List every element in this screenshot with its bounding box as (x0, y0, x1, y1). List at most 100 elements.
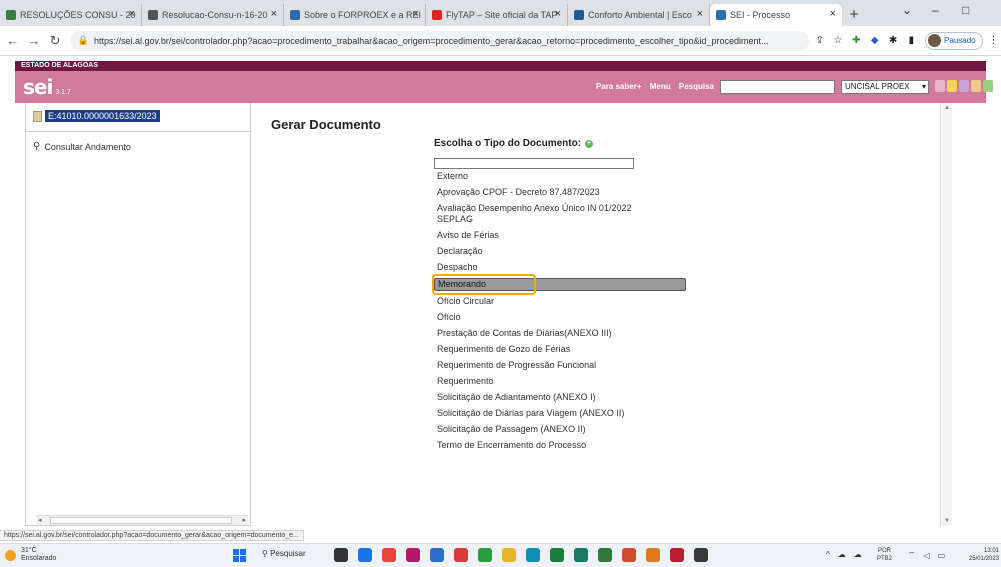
system-tray: ^ ☁ ☁ (826, 550, 870, 559)
browser-tab-strip: RESOLUÇÕES CONSU - 20 × Resolucao-Consu-… (0, 0, 1001, 26)
battery-icon[interactable]: ▭ (938, 551, 946, 560)
browser-tab-4[interactable]: Conforto Ambiental | Esco × (568, 4, 710, 26)
unit-select[interactable]: UNCISAL PROEX ▾ (841, 80, 929, 94)
cloud-icon[interactable]: ☁ (838, 550, 846, 559)
app-icon[interactable] (670, 548, 684, 562)
chevron-up-icon[interactable]: ^ (826, 550, 830, 559)
browser-tab-0[interactable]: RESOLUÇÕES CONSU - 20 × (0, 4, 142, 26)
maximize-icon[interactable]: □ (962, 3, 969, 17)
doc-type-item[interactable]: Ofício (434, 312, 686, 323)
doc-type-item[interactable]: Solicitação de Adiantamento (ANEXO I) (434, 392, 686, 403)
windows-start-icon[interactable] (233, 549, 246, 562)
doc-type-item[interactable]: Aprovação CPOF - Decreto 87.487/2023 (434, 187, 686, 198)
app-icon[interactable] (574, 548, 588, 562)
exit-icon[interactable] (983, 80, 993, 92)
tab-close-icon[interactable]: × (830, 8, 836, 20)
grid-icon[interactable] (935, 80, 945, 92)
edge-icon[interactable] (526, 548, 540, 562)
tab-close-icon[interactable]: × (413, 8, 419, 20)
sei-search-input[interactable] (720, 80, 835, 94)
tab-close-icon[interactable]: × (271, 8, 277, 20)
tab-close-icon[interactable]: × (697, 8, 703, 20)
extension-icon[interactable]: ◆ (867, 35, 882, 46)
forward-icon[interactable]: → (25, 33, 42, 48)
scroll-up-icon[interactable]: ▲ (944, 105, 950, 111)
clock[interactable]: 13:01 25/01/2023 (969, 547, 999, 563)
weather-widget[interactable]: 31°C Ensolarado (5, 547, 56, 563)
app-icon[interactable] (430, 548, 444, 562)
doc-type-item[interactable]: Despacho (434, 262, 686, 273)
chrome-icon[interactable] (358, 548, 372, 562)
scroll-down-icon[interactable]: ▼ (944, 518, 950, 524)
app-icon[interactable] (646, 548, 660, 562)
profile-button[interactable]: Pausado (925, 31, 983, 50)
browser-tab-active[interactable]: SEI - Processo × (710, 4, 842, 26)
consultar-andamento-link[interactable]: ⚲ Consultar Andamento (33, 141, 131, 152)
status-url: https://sei.al.gov.br/sei/controlador.ph… (0, 530, 304, 541)
address-bar[interactable]: 🔒 https://sei.al.gov.br/sei/controlador.… (69, 30, 809, 51)
app-icon[interactable] (622, 548, 636, 562)
doc-type-item[interactable]: Avaliação Desempenho Anexo Único IN 01/2… (434, 203, 644, 225)
menu-menu[interactable]: Menu (650, 82, 671, 91)
sei-logo[interactable]: sei (23, 75, 53, 99)
browser-tab-1[interactable]: Resolucao-Consu-n-16-20 × (142, 4, 284, 26)
scrollbar-thumb[interactable] (50, 517, 232, 524)
doc-type-item[interactable]: Externo (434, 171, 686, 182)
language-indicator[interactable]: POR PTB2 (877, 547, 892, 563)
app-icon[interactable] (478, 548, 492, 562)
extension-icon[interactable]: ✚ (849, 35, 864, 46)
process-number[interactable]: E:41010.0000001633/2023 (45, 110, 160, 122)
doc-type-filter-input[interactable] (434, 158, 634, 169)
plus-icon[interactable]: + (585, 139, 594, 148)
browser-tab-3[interactable]: FlyTAP – Site oficial da TAP × (426, 4, 568, 26)
app-icon[interactable] (694, 548, 708, 562)
doc-type-item[interactable]: Memorando (434, 278, 686, 291)
bookmark-star-icon[interactable]: ☆ (830, 35, 845, 46)
doc-type-item[interactable]: Prestação de Contas de Diárias(ANEXO III… (434, 328, 686, 339)
app-icon[interactable] (406, 548, 420, 562)
scroll-left-icon[interactable]: ◂ (38, 516, 42, 524)
tab-search-icon[interactable]: ⌄ (902, 3, 912, 17)
menu-para-saber[interactable]: Para saber+ (596, 82, 642, 91)
horizontal-scrollbar[interactable]: ◂ ▸ (36, 515, 248, 525)
user-icon[interactable] (959, 80, 969, 92)
doc-type-item[interactable]: Requerimento de Progressão Funcional (434, 360, 686, 371)
doc-type-item[interactable]: Solicitação de Diárias para Viagem (ANEX… (434, 408, 686, 419)
pencil-icon[interactable] (971, 80, 981, 92)
sidebar-icon[interactable]: ▮ (904, 35, 919, 46)
process-node[interactable]: E:41010.0000001633/2023 (33, 110, 160, 122)
new-tab-button[interactable]: + (842, 4, 866, 26)
wifi-icon[interactable]: ⌔ (908, 550, 916, 560)
file-explorer-icon[interactable] (334, 548, 348, 562)
volume-icon[interactable]: ◁ (924, 551, 930, 560)
folder-icon[interactable] (502, 548, 516, 562)
share-icon[interactable]: ⇪ (812, 35, 827, 46)
menu-pesquisa[interactable]: Pesquisa (679, 82, 714, 91)
vertical-scrollbar[interactable]: ▲ ▼ (940, 103, 952, 526)
doc-type-item[interactable]: Requerimento de Gozo de Férias (434, 344, 686, 355)
tab-close-icon[interactable]: × (129, 8, 135, 20)
doc-type-item[interactable]: Termo de Encerramento do Processo (434, 440, 686, 451)
choose-doc-type: Escolha o Tipo do Documento: + (434, 138, 594, 149)
scroll-right-icon[interactable]: ▸ (242, 516, 246, 524)
back-icon[interactable]: ← (4, 33, 21, 48)
app-icon[interactable] (382, 548, 396, 562)
doc-type-item[interactable]: Requerimento (434, 376, 686, 387)
menu-kebab-icon[interactable]: ⋮ (986, 35, 1001, 46)
doc-type-item[interactable]: Solicitação de Passagem (ANEXO II) (434, 424, 686, 435)
notes-icon[interactable] (947, 80, 957, 92)
app-icon[interactable] (454, 548, 468, 562)
browser-tab-2[interactable]: Sobre o FORPROEX e a REI × (284, 4, 426, 26)
tab-close-icon[interactable]: × (555, 8, 561, 20)
taskbar-search[interactable]: ⚲ Pesquisar (262, 549, 306, 558)
onedrive-icon[interactable]: ☁ (854, 550, 862, 559)
app-icon[interactable] (598, 548, 612, 562)
doc-type-item[interactable]: Ofício Circular (434, 296, 686, 307)
doc-type-item[interactable]: Declaração (434, 246, 686, 257)
reload-icon[interactable]: ↻ (47, 33, 64, 49)
app-icon[interactable] (550, 548, 564, 562)
doc-type-item[interactable]: Aviso de Férias (434, 230, 686, 241)
chevron-down-icon: ▾ (921, 82, 926, 91)
minimize-icon[interactable]: – (932, 3, 939, 17)
extensions-puzzle-icon[interactable]: ✱ (885, 35, 900, 46)
